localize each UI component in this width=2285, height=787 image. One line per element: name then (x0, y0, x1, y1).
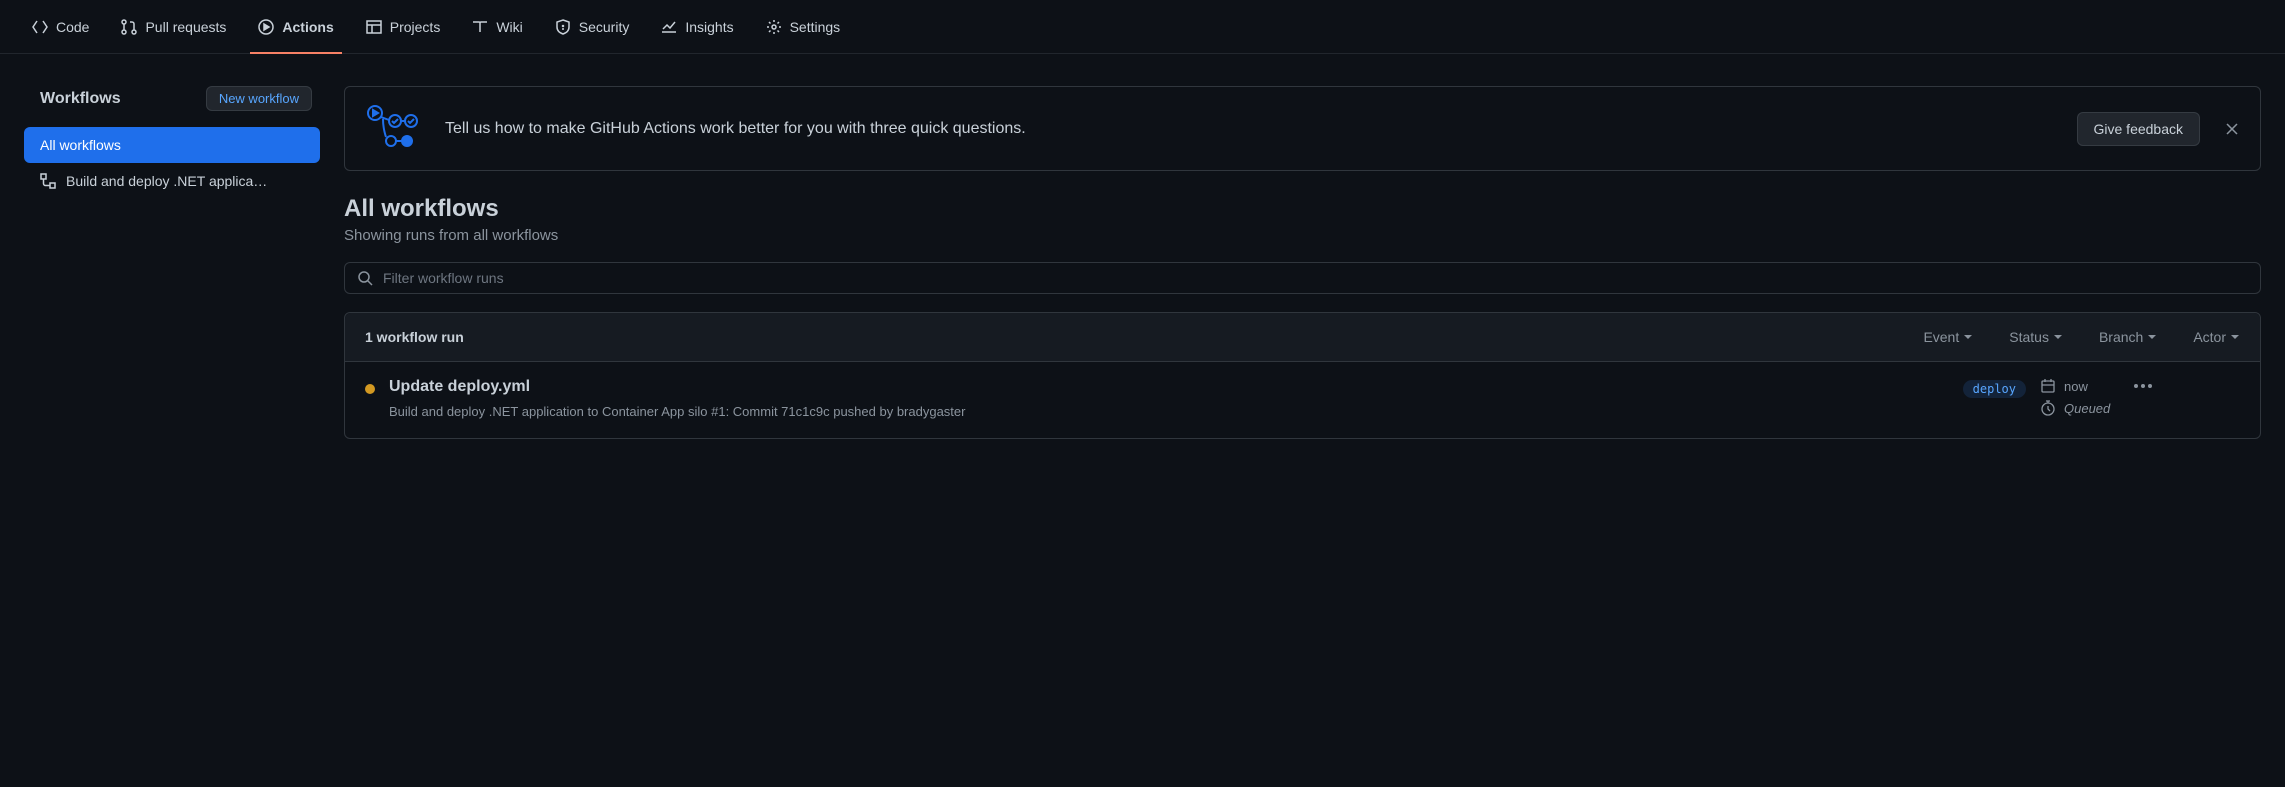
filter-status[interactable]: Status (2009, 329, 2063, 345)
banner-text: Tell us how to make GitHub Actions work … (445, 120, 2053, 138)
git-pull-request-icon (121, 19, 137, 35)
nav-security[interactable]: Security (539, 0, 646, 54)
sidebar-item-workflow[interactable]: Build and deploy .NET applica… (24, 163, 320, 199)
run-subtitle: Build and deploy .NET application to Con… (389, 402, 1949, 422)
run-title[interactable]: Update deploy.yml (389, 378, 1949, 396)
sidebar-item-all-workflows[interactable]: All workflows (24, 127, 320, 163)
page-title: All workflows (344, 195, 2261, 223)
table-icon (366, 19, 382, 35)
code-icon (32, 19, 48, 35)
nav-label: Pull requests (145, 19, 226, 35)
chevron-down-icon (2147, 332, 2157, 342)
nav-actions[interactable]: Actions (242, 0, 349, 54)
nav-insights[interactable]: Insights (645, 0, 749, 54)
run-time: now (2040, 378, 2110, 394)
stopwatch-icon (2040, 400, 2056, 416)
chevron-down-icon (2230, 332, 2240, 342)
sidebar-item-label: All workflows (40, 137, 121, 153)
play-icon (258, 19, 274, 35)
run-menu-button[interactable] (2134, 384, 2156, 388)
nav-settings[interactable]: Settings (750, 0, 857, 54)
nav-projects[interactable]: Projects (350, 0, 457, 54)
nav-label: Security (579, 19, 630, 35)
filter-branch[interactable]: Branch (2099, 329, 2157, 345)
workflows-sidebar: Workflows New workflow All workflows Bui… (24, 86, 320, 439)
shield-icon (555, 19, 571, 35)
chevron-down-icon (2053, 332, 2063, 342)
branch-tag[interactable]: deploy (1963, 380, 2026, 398)
filter-box[interactable] (344, 262, 2261, 294)
run-row[interactable]: Update deploy.yml Build and deploy .NET … (345, 362, 2260, 438)
sidebar-title: Workflows (40, 90, 121, 108)
nav-pull-requests[interactable]: Pull requests (105, 0, 242, 54)
filter-input[interactable] (383, 270, 2248, 286)
nav-label: Insights (685, 19, 733, 35)
search-icon (357, 270, 373, 286)
run-state: Queued (2040, 400, 2110, 416)
nav-label: Wiki (496, 19, 522, 35)
actions-graphic-icon (365, 103, 421, 154)
page-subtitle: Showing runs from all workflows (344, 227, 2261, 244)
runs-header: 1 workflow run Event Status Branch Actor (345, 313, 2260, 362)
close-icon[interactable] (2224, 121, 2240, 137)
content: Tell us how to make GitHub Actions work … (344, 86, 2261, 439)
status-queued-icon (365, 384, 375, 394)
gear-icon (766, 19, 782, 35)
nav-wiki[interactable]: Wiki (456, 0, 538, 54)
book-icon (472, 19, 488, 35)
nav-label: Settings (790, 19, 841, 35)
repo-nav: Code Pull requests Actions Projects Wiki… (0, 0, 2285, 54)
workflow-icon (40, 173, 56, 189)
nav-label: Code (56, 19, 89, 35)
give-feedback-button[interactable]: Give feedback (2077, 112, 2201, 146)
graph-icon (661, 19, 677, 35)
nav-code[interactable]: Code (16, 0, 105, 54)
sidebar-item-label: Build and deploy .NET applica… (66, 173, 267, 189)
chevron-down-icon (1963, 332, 1973, 342)
nav-label: Projects (390, 19, 441, 35)
runs-list: 1 workflow run Event Status Branch Actor… (344, 312, 2261, 439)
run-count: 1 workflow run (365, 329, 464, 345)
feedback-banner: Tell us how to make GitHub Actions work … (344, 86, 2261, 171)
nav-label: Actions (282, 19, 333, 35)
filter-actor[interactable]: Actor (2193, 329, 2240, 345)
new-workflow-button[interactable]: New workflow (206, 86, 312, 111)
calendar-icon (2040, 378, 2056, 394)
filter-event[interactable]: Event (1923, 329, 1973, 345)
